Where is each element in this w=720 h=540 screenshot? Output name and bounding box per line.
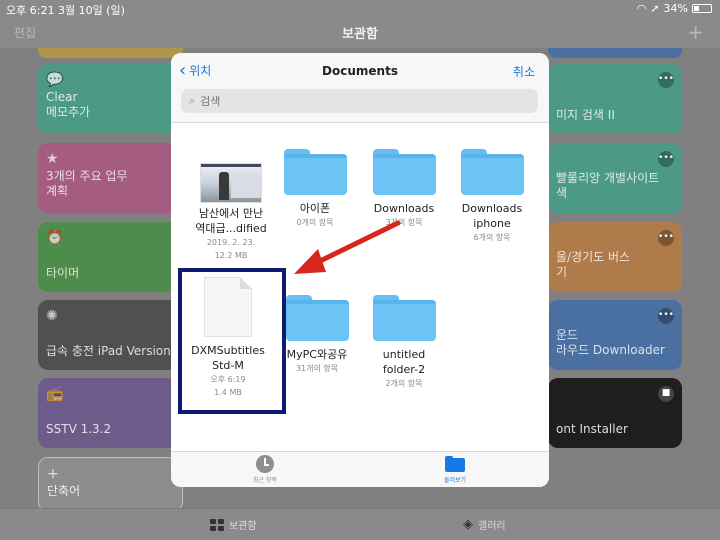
tile-top-right[interactable]: [548, 48, 682, 58]
video-thumbnail: [200, 163, 262, 203]
tile-timer[interactable]: ⏰ 타이머: [38, 222, 183, 292]
tab-label: 보관함: [229, 521, 257, 532]
tile-label: ont Installer: [556, 422, 628, 436]
nav-bar: 편집 보관함 +: [0, 18, 720, 48]
tab-label: 최근 항목: [253, 477, 277, 484]
folder-count: 2개의 항목: [385, 379, 423, 388]
file-item-namsan[interactable]: 남산에서 만난 역대급...dified 2019. 2. 23. 12.2 M…: [186, 163, 276, 262]
search-field[interactable]: ⌕: [181, 89, 538, 113]
file-date: 2019. 2. 23.: [206, 238, 256, 247]
status-date: 3월 10일 (일): [57, 4, 125, 17]
tile-font-installer[interactable]: ■ ont Installer: [548, 378, 682, 448]
spinner-icon: ✺: [46, 308, 58, 324]
radio-icon: 📻: [46, 386, 64, 402]
tile-label: 3개의 주요 업무 계획: [46, 169, 128, 198]
status-time-date: 오후 6:21 3월 10일 (일): [6, 2, 125, 18]
speech-bubble-icon: 💬: [46, 72, 64, 88]
tab-gallery[interactable]: ◈ 갤러리: [463, 517, 506, 532]
folder-name: Downloads iphone: [461, 202, 523, 230]
layers-icon: ◈: [463, 517, 473, 532]
more-icon[interactable]: •••: [658, 230, 674, 246]
tile-bus[interactable]: ••• 울/경기도 버스 기: [548, 222, 682, 292]
tab-label: 둘러보기: [443, 477, 467, 484]
tile-sound[interactable]: ••• 운드 라우드 Downloader: [548, 300, 682, 370]
folder-count: 3개의 항목: [385, 218, 423, 227]
tile-label: 빨룰리앙 개별사이트 색: [556, 171, 660, 200]
highlight-box: [178, 268, 286, 414]
stop-icon[interactable]: ■: [658, 386, 674, 402]
plus-icon: +: [47, 466, 59, 482]
folder-icon: [372, 149, 436, 195]
folder-item-iphone[interactable]: 아이폰 0개의 항목: [270, 149, 360, 229]
wifi-icon: ◠: [636, 2, 647, 15]
tile-top-left[interactable]: [38, 48, 183, 58]
alarm-clock-icon: ⏰: [46, 230, 64, 246]
folder-count: 6개의 항목: [473, 233, 511, 242]
file-size: 12.2 MB: [214, 251, 248, 260]
star-icon: ★: [46, 151, 59, 167]
tile-bbulry[interactable]: ••• 빨룰리앙 개별사이트 색: [548, 143, 682, 213]
tile-label: 운드 라우드 Downloader: [556, 328, 665, 357]
grid-icon: [210, 518, 224, 531]
picker-header: ‹ 위치 Documents 취소 ⌕: [171, 53, 549, 123]
folder-icon: [285, 295, 349, 341]
picker-title: Documents: [322, 64, 398, 78]
bottom-tab-bar: 보관함 ◈ 갤러리: [0, 508, 720, 540]
tile-label: 타이머: [46, 266, 80, 280]
tile-label: Clear 메모추가: [46, 90, 91, 119]
tile-label: 단축어: [47, 484, 81, 498]
file-name: 남산에서 만난 역대급...dified: [195, 207, 267, 235]
add-button[interactable]: +: [687, 20, 704, 44]
tile-add-shortcut[interactable]: + 단축어: [38, 457, 183, 512]
picker-tab-bar: 최근 항목 둘러보기: [171, 451, 549, 487]
tile-label: 울/경기도 버스 기: [556, 250, 631, 279]
status-time: 오후 6:21: [6, 4, 55, 17]
tab-recent[interactable]: 최근 항목: [235, 455, 295, 484]
tile-clear[interactable]: 💬 Clear 메모추가: [38, 64, 183, 134]
search-icon: ⌕: [189, 94, 196, 107]
folder-count: 0개의 항목: [296, 218, 334, 227]
more-icon[interactable]: •••: [658, 308, 674, 324]
tile-sstv[interactable]: 📻 SSTV 1.3.2: [38, 378, 183, 448]
battery-icon: [692, 4, 712, 13]
more-icon[interactable]: •••: [658, 151, 674, 167]
folder-icon: [445, 456, 465, 472]
more-icon[interactable]: •••: [658, 72, 674, 88]
tab-browse[interactable]: 둘러보기: [425, 455, 485, 484]
folder-icon: [372, 295, 436, 341]
folder-name: 아이폰: [299, 202, 331, 215]
folder-name: untitled folder-2: [382, 348, 426, 376]
folder-item-downloads[interactable]: Downloads 3개의 항목: [359, 149, 449, 229]
battery-fill: [694, 6, 699, 11]
folder-item-downloads-iphone[interactable]: Downloads iphone 6개의 항목: [447, 149, 537, 244]
battery-percent: 34%: [663, 2, 688, 15]
tile-label: 급속 충전 iPad Version: [46, 344, 171, 358]
page-title: 보관함: [342, 27, 378, 42]
document-picker: ‹ 위치 Documents 취소 ⌕ 남산에서 만난 역대급...dified…: [171, 53, 549, 487]
tab-label: 갤러리: [478, 521, 506, 532]
cancel-button[interactable]: 취소: [513, 63, 535, 80]
folder-item-untitled-2[interactable]: untitled folder-2 2개의 항목: [359, 295, 449, 390]
search-input[interactable]: [200, 94, 501, 108]
status-bar: 오후 6:21 3월 10일 (일) ◠ ➚ 34%: [0, 0, 720, 18]
folder-name: Downloads: [373, 202, 435, 215]
status-right: ◠ ➚ 34%: [637, 2, 712, 15]
tile-charge[interactable]: ✺ 급속 충전 iPad Version: [38, 300, 183, 370]
folder-icon: [460, 149, 524, 195]
tile-label: 미지 검색 II: [556, 108, 615, 122]
tile-label: SSTV 1.3.2: [46, 422, 112, 436]
clock-icon: [256, 455, 274, 473]
folder-icon: [283, 149, 347, 195]
location-icon: ➚: [650, 2, 660, 15]
tile-image-search[interactable]: ••• 미지 검색 II: [548, 64, 682, 134]
tab-library[interactable]: 보관함: [210, 517, 257, 532]
tile-top3-tasks[interactable]: ★ 3개의 주요 업무 계획: [38, 143, 183, 213]
